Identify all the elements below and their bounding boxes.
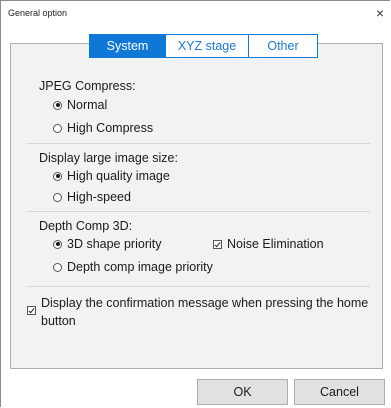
confirm-message-checkbox[interactable]: Display the confirmation message when pr… <box>27 294 371 330</box>
display-high-quality-option[interactable]: High quality image <box>53 169 170 183</box>
ok-button[interactable]: OK <box>197 379 288 405</box>
display-size-label: Display large image size: <box>39 151 178 165</box>
radio-button[interactable] <box>53 100 62 110</box>
depth-comp-label: Depth Comp 3D: <box>39 219 133 233</box>
option-label: Normal <box>67 98 108 112</box>
window-title: General option <box>8 8 68 18</box>
jpeg-compress-label: JPEG Compress: <box>39 79 136 93</box>
depth-3d-shape-option[interactable]: 3D shape priority <box>53 237 162 251</box>
tab-other[interactable]: Other <box>248 35 317 57</box>
tab-strip: System XYZ stage Other <box>89 34 318 58</box>
tab-system[interactable]: System <box>90 35 165 57</box>
noise-elimination-checkbox[interactable]: Noise Elimination <box>213 237 324 251</box>
radio-button[interactable] <box>53 171 62 181</box>
option-label: High quality image <box>67 169 170 183</box>
section-divider <box>27 211 370 212</box>
radio-button[interactable] <box>53 192 62 202</box>
close-button[interactable]: × <box>368 1 391 25</box>
option-label: 3D shape priority <box>67 237 162 251</box>
checkbox[interactable] <box>213 239 222 249</box>
dialog-window: General option × System XYZ stage Other … <box>0 0 391 407</box>
title-bar: General option × <box>1 1 391 29</box>
radio-button[interactable] <box>53 262 62 272</box>
option-label: Depth comp image priority <box>67 260 213 274</box>
checkbox[interactable] <box>27 306 36 315</box>
depth-comp-image-option[interactable]: Depth comp image priority <box>53 260 213 274</box>
jpeg-high-compress-option[interactable]: High Compress <box>53 121 153 135</box>
option-label: High-speed <box>67 190 131 204</box>
section-divider <box>27 143 370 144</box>
radio-button[interactable] <box>53 123 62 133</box>
display-high-speed-option[interactable]: High-speed <box>53 190 131 204</box>
close-icon: × <box>375 5 385 21</box>
cancel-button[interactable]: Cancel <box>294 379 385 405</box>
option-label: Display the confirmation message when pr… <box>41 296 369 328</box>
tab-xyz-stage[interactable]: XYZ stage <box>165 35 248 57</box>
option-label: Noise Elimination <box>227 237 324 251</box>
option-label: High Compress <box>67 121 154 135</box>
radio-button[interactable] <box>53 239 62 249</box>
jpeg-normal-option[interactable]: Normal <box>53 98 107 112</box>
section-divider <box>27 286 370 287</box>
